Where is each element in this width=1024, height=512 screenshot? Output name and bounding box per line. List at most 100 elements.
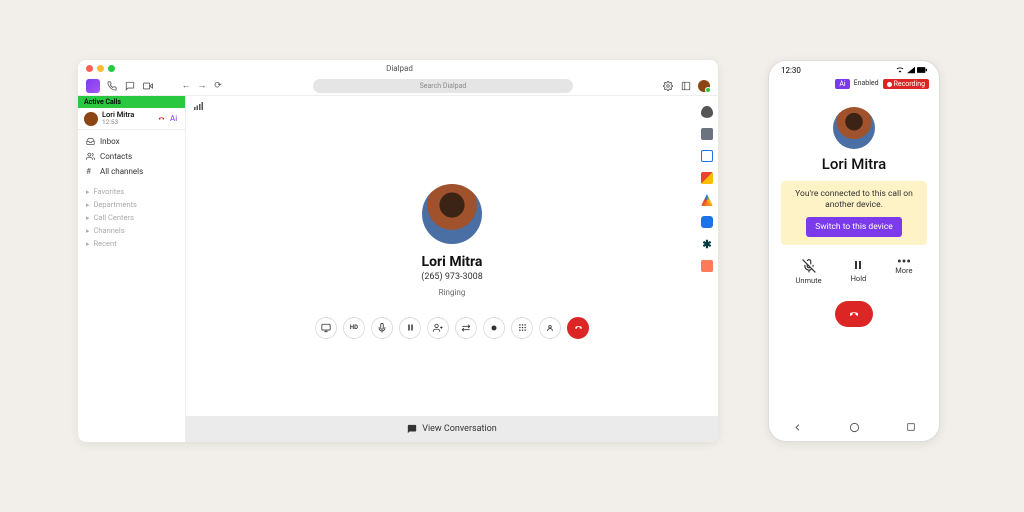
contacts-icon	[86, 152, 95, 161]
unmute-label: Unmute	[795, 276, 821, 285]
banner-text: You're connected to this call on another…	[791, 189, 917, 211]
integration-zendesk-icon[interactable]: ✱	[701, 238, 713, 250]
integration-drive-box-icon[interactable]	[701, 128, 713, 140]
integration-calendar-icon[interactable]	[701, 150, 713, 162]
mobile-status-badges: Ai Enabled Recording	[769, 79, 939, 89]
cell-signal-icon	[907, 66, 915, 74]
mobile-hold-button[interactable]: Hold	[851, 259, 867, 285]
ai-icon[interactable]: Ai	[170, 114, 179, 123]
sidebar-channels-label: All channels	[100, 167, 143, 176]
screen-share-button[interactable]	[315, 317, 337, 339]
dialpad-button[interactable]	[511, 317, 533, 339]
more-label: More	[895, 266, 912, 275]
caret-icon: ▸	[86, 188, 90, 196]
mobile-time: 12:30	[781, 66, 801, 75]
android-nav-bar	[769, 413, 939, 441]
chat-bubble-icon	[407, 424, 417, 434]
caret-icon: ▸	[86, 214, 90, 222]
search-input[interactable]: Search Dialpad	[313, 79, 573, 93]
integration-contacts-icon[interactable]	[701, 106, 713, 118]
connected-elsewhere-banner: You're connected to this call on another…	[781, 181, 927, 245]
integration-messages-icon[interactable]	[701, 216, 713, 228]
caller-phone: (265) 973-3008	[421, 272, 483, 282]
close-window-button[interactable]	[86, 65, 93, 72]
ai-enabled-label: Enabled	[854, 79, 879, 89]
wifi-icon	[895, 66, 905, 74]
signal-strength-icon	[194, 102, 204, 110]
integration-gdrive-icon[interactable]	[701, 194, 713, 206]
record-button[interactable]	[483, 317, 505, 339]
switch-device-button[interactable]: Switch to this device	[806, 217, 902, 237]
user-avatar[interactable]	[698, 80, 710, 92]
recording-badge: Recording	[883, 79, 929, 89]
transfer-button[interactable]	[455, 317, 477, 339]
mic-off-icon	[802, 259, 816, 273]
caller-avatar-small	[84, 112, 98, 126]
add-participant-button[interactable]	[427, 317, 449, 339]
sidebar-item-contacts[interactable]: Contacts	[78, 149, 185, 164]
hangup-icon[interactable]	[157, 114, 166, 123]
layout-icon[interactable]	[680, 80, 692, 92]
view-conversation-label: View Conversation	[422, 424, 497, 434]
park-button[interactable]	[539, 317, 561, 339]
dialpad-logo-icon[interactable]	[86, 79, 100, 93]
hd-button[interactable]: HD	[343, 317, 365, 339]
call-panel: ✱ Lori Mitra (265) 973-3008 Ringing HD	[186, 96, 718, 442]
caret-icon: ▸	[86, 227, 90, 235]
mobile-caller-name: Lori Mitra	[822, 155, 887, 173]
sidebar-item-inbox[interactable]: Inbox	[78, 134, 185, 149]
refresh-icon[interactable]: ⟳	[212, 80, 224, 92]
app-title: Dialpad	[119, 64, 680, 73]
android-recents-icon[interactable]	[906, 422, 916, 432]
channels-icon: #	[86, 167, 95, 176]
mobile-app-frame: 12:30 Ai Enabled Recording Lori Mitra Yo…	[768, 60, 940, 442]
integration-hubspot-icon[interactable]	[701, 260, 713, 272]
call-controls: HD	[315, 317, 589, 339]
mobile-more-button[interactable]: More	[895, 259, 912, 285]
end-call-button[interactable]	[567, 317, 589, 339]
hold-button[interactable]	[399, 317, 421, 339]
settings-gear-icon[interactable]	[662, 80, 674, 92]
desktop-app-window: Dialpad ← → ⟳ Search Dialpad	[78, 60, 718, 442]
video-icon[interactable]	[142, 80, 154, 92]
sidebar-group-departments[interactable]: ▸Departments	[78, 198, 185, 211]
integration-gmail-icon[interactable]	[701, 172, 713, 184]
chat-icon[interactable]	[124, 80, 136, 92]
sidebar-inbox-label: Inbox	[100, 137, 120, 146]
active-calls-header: Active Calls	[78, 96, 185, 108]
android-back-icon[interactable]	[792, 422, 803, 433]
view-conversation-button[interactable]: View Conversation	[186, 416, 718, 442]
sidebar-group-recent[interactable]: ▸Recent	[78, 237, 185, 250]
caret-icon: ▸	[86, 201, 90, 209]
forward-icon[interactable]: →	[196, 80, 208, 92]
maximize-window-button[interactable]	[108, 65, 115, 72]
record-dot-icon	[887, 82, 892, 87]
sidebar: Active Calls Lori Mitra 12:53 Ai	[78, 96, 186, 442]
mute-button[interactable]	[371, 317, 393, 339]
more-icon	[897, 259, 911, 263]
pause-icon	[852, 259, 864, 271]
minimize-window-button[interactable]	[97, 65, 104, 72]
sidebar-group-favorites[interactable]: ▸Favorites	[78, 185, 185, 198]
active-call-row[interactable]: Lori Mitra 12:53 Ai	[78, 108, 185, 130]
back-icon[interactable]: ←	[180, 80, 192, 92]
inbox-icon	[86, 137, 95, 146]
ai-enabled-badge: Ai	[835, 79, 849, 89]
mobile-status-bar: 12:30	[769, 61, 939, 79]
search-placeholder: Search Dialpad	[420, 82, 467, 90]
battery-icon	[917, 67, 927, 73]
caller-name: Lori Mitra	[422, 254, 483, 270]
window-titlebar: Dialpad	[78, 60, 718, 76]
sidebar-group-call-centers[interactable]: ▸Call Centers	[78, 211, 185, 224]
caret-icon: ▸	[86, 240, 90, 248]
integrations-rail: ✱	[696, 96, 718, 272]
mobile-unmute-button[interactable]: Unmute	[795, 259, 821, 285]
mobile-end-call-button[interactable]	[835, 301, 873, 327]
phone-icon[interactable]	[106, 80, 118, 92]
sidebar-group-channels[interactable]: ▸Channels	[78, 224, 185, 237]
caller-info: Lori Mitra (265) 973-3008 Ringing HD	[186, 96, 718, 416]
mobile-call-controls: Unmute Hold More	[781, 259, 927, 285]
sidebar-item-all-channels[interactable]: # All channels	[78, 164, 185, 179]
android-home-icon[interactable]	[849, 422, 860, 433]
top-toolbar: ← → ⟳ Search Dialpad	[78, 76, 718, 96]
